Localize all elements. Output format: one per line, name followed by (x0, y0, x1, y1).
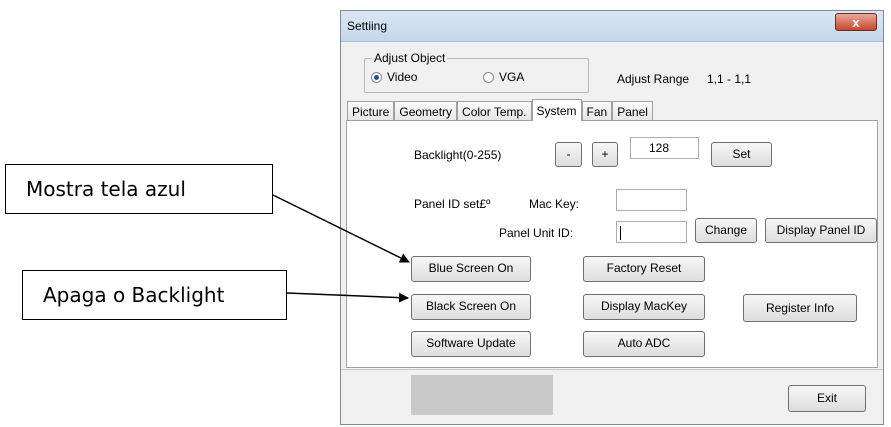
arrow-to-black-screen (286, 292, 409, 303)
arrow-to-blue-screen (272, 194, 410, 263)
callout-arrows (272, 194, 410, 303)
tab-system[interactable]: System (531, 99, 582, 121)
